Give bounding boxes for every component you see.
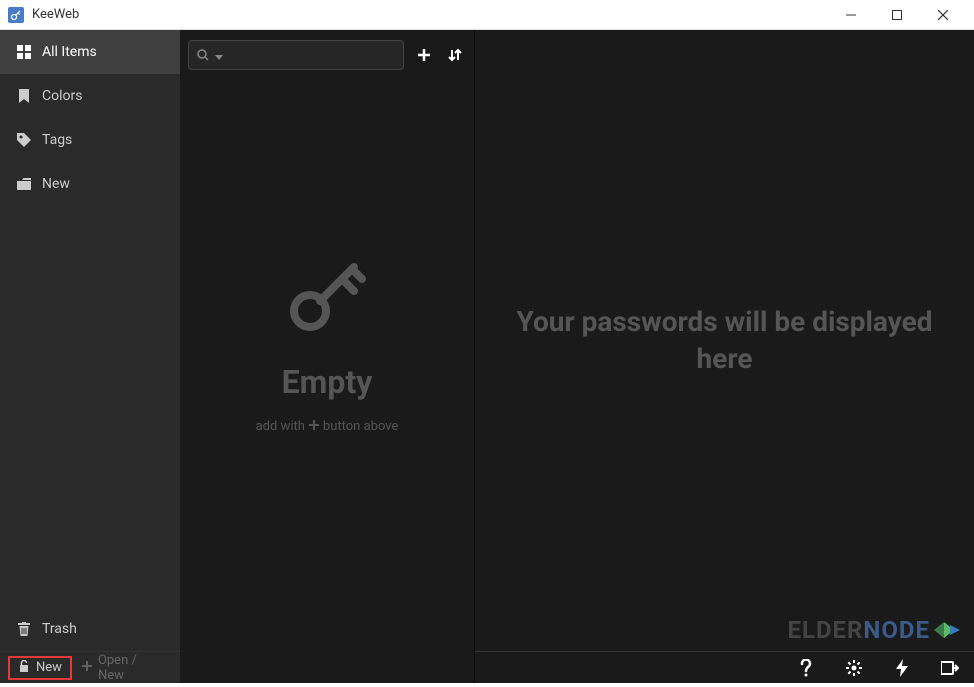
close-button[interactable] (920, 0, 966, 30)
plus-icon (309, 419, 319, 434)
footer-tab-label: New (36, 660, 62, 675)
search-icon (197, 46, 209, 65)
lock-button[interactable] (938, 656, 962, 680)
detail-pane: Your passwords will be displayed here EL… (475, 30, 974, 683)
search-input[interactable] (229, 45, 395, 65)
sidebar-item-trash[interactable]: Trash (0, 607, 180, 651)
sidebar-item-colors[interactable]: Colors (0, 74, 180, 118)
empty-title: Empty (282, 363, 373, 401)
search-bar (180, 30, 474, 80)
footer-bar-right (475, 651, 974, 683)
app-icon (8, 7, 24, 23)
titlebar: KeeWeb (0, 0, 974, 30)
chevron-down-icon[interactable] (215, 46, 223, 65)
tag-icon (16, 132, 32, 148)
maximize-button[interactable] (874, 0, 920, 30)
trash-icon (16, 621, 32, 637)
folder-icon (16, 176, 32, 192)
search-input-wrap[interactable] (188, 40, 404, 70)
minimize-button[interactable] (828, 0, 874, 30)
bookmark-icon (16, 88, 32, 104)
sidebar-item-label: Trash (42, 621, 77, 637)
sidebar-item-label: New (42, 176, 70, 192)
key-icon (282, 249, 372, 343)
sidebar-item-all-items[interactable]: All Items (0, 30, 180, 74)
add-entry-button[interactable] (412, 43, 435, 67)
watermark: ELDERNODE (787, 615, 962, 645)
sidebar-item-tags[interactable]: Tags (0, 118, 180, 162)
empty-hint: add with button above (256, 419, 399, 434)
footer-tab-label: Open / New (98, 653, 162, 683)
generate-button[interactable] (890, 656, 914, 680)
plus-icon (82, 660, 92, 675)
list-pane: Empty add with button above (180, 30, 475, 683)
sidebar-item-label: Colors (42, 88, 82, 104)
window-controls (828, 0, 966, 30)
sidebar: All Items Colors Tags (0, 30, 180, 651)
window-title: KeeWeb (32, 7, 828, 22)
settings-button[interactable] (842, 656, 866, 680)
footer-tab-new[interactable]: New (8, 656, 72, 680)
sidebar-item-new[interactable]: New (0, 162, 180, 206)
sidebar-item-label: All Items (42, 44, 97, 60)
footer-tab-open-new[interactable]: Open / New (72, 649, 172, 687)
empty-list-state: Empty add with button above (180, 80, 474, 683)
watermark-logo-icon (932, 615, 962, 645)
grid-icon (16, 44, 32, 60)
sidebar-item-label: Tags (42, 132, 72, 148)
app-container: All Items Colors Tags (0, 30, 974, 683)
detail-empty-state: Your passwords will be displayed here (475, 30, 974, 651)
footer-bar-left: New Open / New (0, 651, 180, 683)
sort-button[interactable] (443, 43, 466, 67)
lock-open-icon (18, 660, 30, 676)
detail-message: Your passwords will be displayed here (505, 304, 944, 377)
help-button[interactable] (794, 656, 818, 680)
